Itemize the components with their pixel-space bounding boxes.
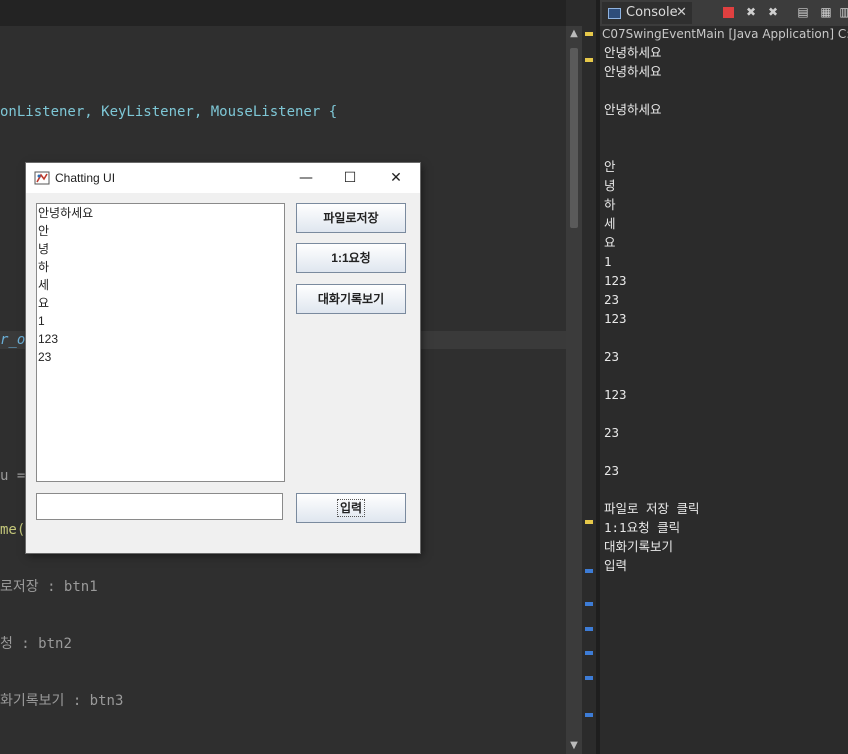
console-line: 1:1요청 클릭 — [604, 520, 681, 535]
console-line: 대화기록보기 — [604, 539, 674, 554]
console-line: 안녕하세요 — [604, 45, 662, 60]
ruler-marker[interactable] — [585, 627, 593, 631]
console-line: 입력 — [604, 558, 628, 573]
pin-console-icon[interactable]: ▥ — [838, 5, 848, 19]
close-icon[interactable]: ✕ — [676, 2, 687, 24]
console-output[interactable]: 안녕하세요 안녕하세요 안녕하세요 안 녕 하 세 요 1 123 23 123 23 123 23 23 파일… — [604, 43, 700, 575]
ruler-marker[interactable] — [585, 602, 593, 606]
console-line: 안녕하세요 — [604, 102, 662, 117]
ruler-marker[interactable] — [585, 676, 593, 680]
code-line: onListener, KeyListener, MouseListener { — [0, 104, 338, 120]
ruler-marker[interactable] — [585, 32, 593, 36]
remove-all-icon[interactable]: ✖ — [766, 5, 780, 19]
scroll-up-arrow-icon[interactable]: ▲ — [566, 26, 582, 42]
save-file-button[interactable]: 파일로저장 — [296, 203, 406, 233]
editor-vertical-scrollbar[interactable]: ▲ ▼ — [566, 26, 582, 754]
chat-line: 123 — [38, 332, 59, 346]
code-line: 로저장 : btn1 — [0, 579, 98, 595]
window-title: Chatting UI — [55, 171, 116, 185]
ruler-marker[interactable] — [585, 569, 593, 573]
chat-line: 안녕하세요 — [38, 206, 94, 220]
editor-tab-strip — [0, 0, 566, 26]
code-line: u = — [0, 468, 26, 484]
ruler-marker[interactable] — [585, 651, 593, 655]
chat-line: 하 — [38, 260, 50, 274]
scroll-down-arrow-icon[interactable]: ▼ — [566, 738, 582, 754]
ruler-marker[interactable] — [585, 520, 593, 524]
console-line: 세 — [604, 216, 616, 231]
scrollbar-thumb[interactable] — [570, 48, 578, 228]
chat-line: 1 — [38, 314, 45, 328]
one-to-one-request-button[interactable]: 1:1요청 — [296, 243, 406, 273]
console-line: 안녕하세요 — [604, 64, 662, 79]
terminate-icon[interactable] — [723, 7, 734, 18]
chat-line: 녕 — [38, 242, 50, 256]
remove-launch-icon[interactable]: ✖ — [744, 5, 758, 19]
ruler-marker[interactable] — [585, 713, 593, 717]
view-history-button[interactable]: 대화기록보기 — [296, 284, 406, 314]
minimize-icon[interactable]: — — [284, 163, 328, 193]
chat-line: 세 — [38, 278, 50, 292]
console-line: 23 — [604, 463, 620, 478]
tab-console-label: Console — [626, 5, 678, 20]
console-line: 파일로 저장 클릭 — [604, 501, 700, 516]
console-line: 녕 — [604, 178, 616, 193]
message-input[interactable] — [36, 493, 283, 520]
console-line: 23 — [604, 349, 620, 364]
console-line: 안 — [604, 159, 616, 174]
ruler-marker[interactable] — [585, 58, 593, 62]
maximize-icon[interactable]: ☐ — [328, 163, 372, 193]
console-view: Console ✕ ✖ ✖ ▤ ▦ ▥ C07SwingEventMain [J… — [600, 0, 848, 754]
clear-console-icon[interactable]: ▤ — [796, 5, 810, 19]
console-line: 23 — [604, 292, 620, 307]
scroll-lock-icon[interactable]: ▦ — [819, 5, 833, 19]
code-line: 청 : btn2 — [0, 636, 72, 652]
chat-text-area[interactable]: 안녕하세요 안 녕 하 세 요 1 123 23 — [36, 203, 285, 482]
java-app-icon — [34, 171, 50, 185]
send-button[interactable]: 입력 — [296, 493, 406, 523]
console-line: 123 — [604, 311, 627, 326]
chatting-window: Chatting UI — ☐ ✕ 안녕하세요 안 녕 하 세 요 1 123 23 파일로저장… — [26, 163, 420, 553]
chat-line: 23 — [38, 350, 52, 364]
console-line: 하 — [604, 197, 616, 212]
console-line: 1 — [604, 254, 612, 269]
window-titlebar[interactable]: Chatting UI — ☐ ✕ — [26, 163, 420, 193]
code-line: 화기록보기 : btn3 — [0, 693, 124, 709]
console-line: 요 — [604, 235, 616, 250]
send-button-label: 입력 — [336, 499, 366, 517]
console-tab-bar: Console ✕ ✖ ✖ ▤ ▦ ▥ — [600, 0, 848, 26]
tab-console[interactable]: Console ✕ — [602, 2, 692, 24]
close-icon[interactable]: ✕ — [374, 163, 418, 193]
console-icon — [608, 8, 621, 19]
console-line: 23 — [604, 425, 620, 440]
chat-line: 요 — [38, 296, 50, 310]
overview-ruler — [582, 26, 596, 754]
console-line: 123 — [604, 273, 627, 288]
console-process-title: C07SwingEventMain [Java Application] C:₩… — [602, 27, 848, 41]
chat-line: 안 — [38, 224, 50, 238]
console-line: 123 — [604, 387, 627, 402]
